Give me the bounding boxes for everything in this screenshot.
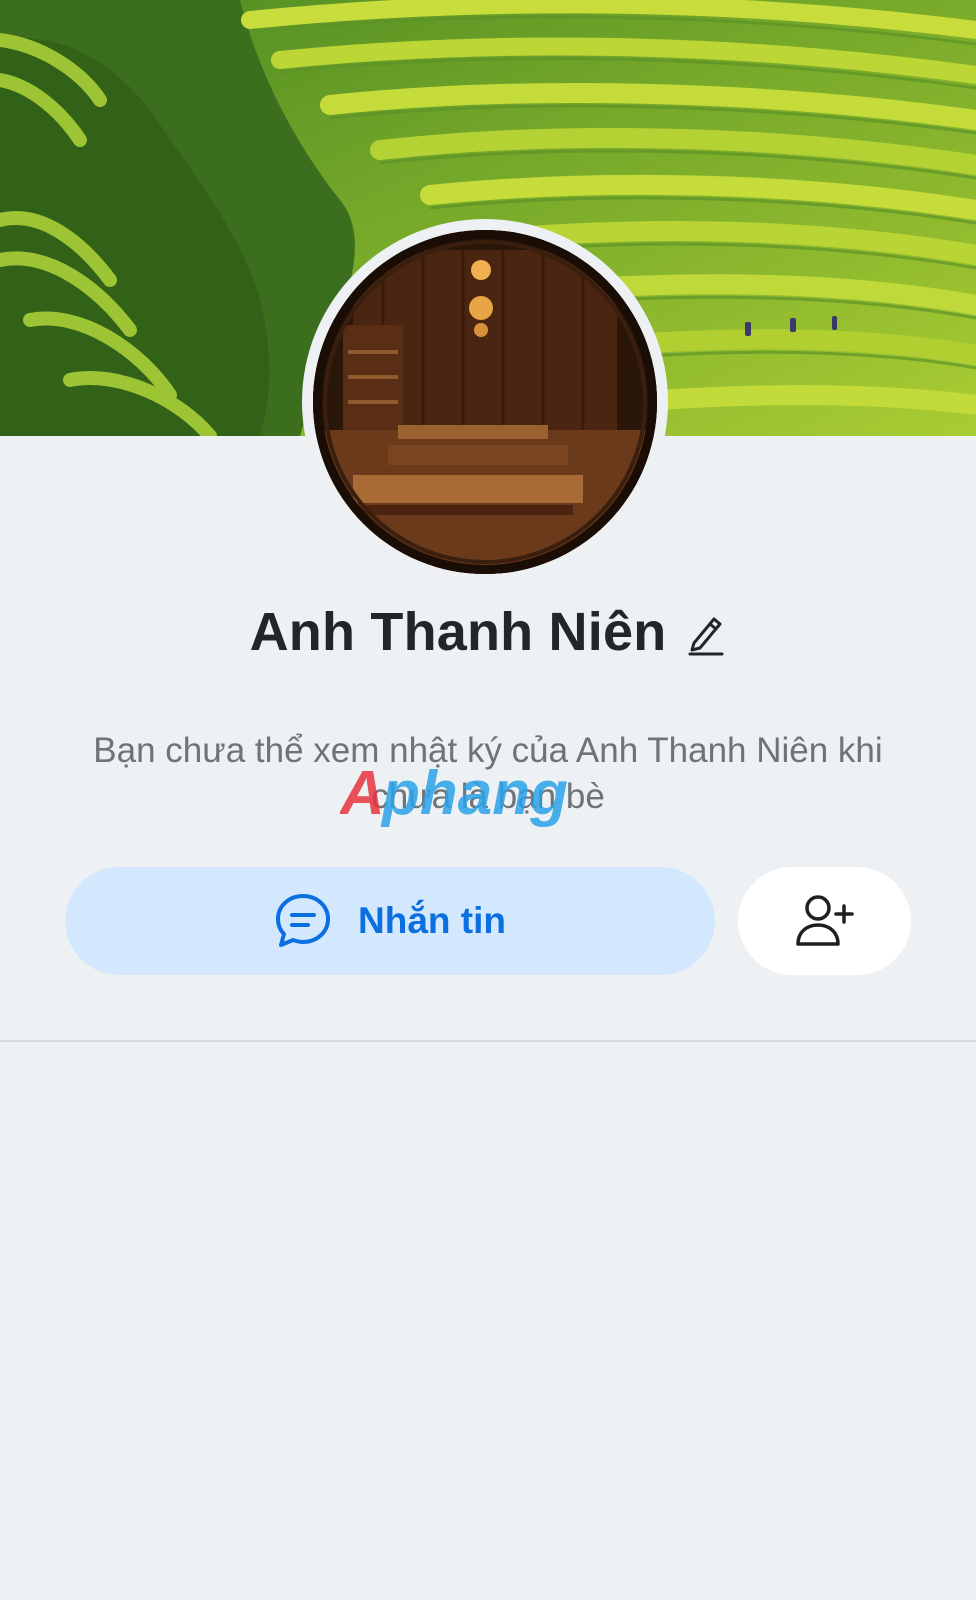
profile-name-row: Anh Thanh Niên xyxy=(0,594,976,670)
edit-pencil-icon[interactable] xyxy=(686,611,726,657)
private-diary-notice: Bạn chưa thể xem nhật ký của Anh Thanh N… xyxy=(93,731,883,816)
message-button[interactable]: Nhắn tin xyxy=(65,867,715,975)
message-button-label: Nhắn tin xyxy=(358,900,506,941)
profile-name: Anh Thanh Niên xyxy=(249,602,667,662)
add-friend-button[interactable] xyxy=(738,867,911,975)
add-friend-icon xyxy=(794,892,856,950)
avatar[interactable] xyxy=(313,230,657,574)
chat-bubble-icon xyxy=(274,892,332,950)
section-divider xyxy=(0,1040,976,1042)
